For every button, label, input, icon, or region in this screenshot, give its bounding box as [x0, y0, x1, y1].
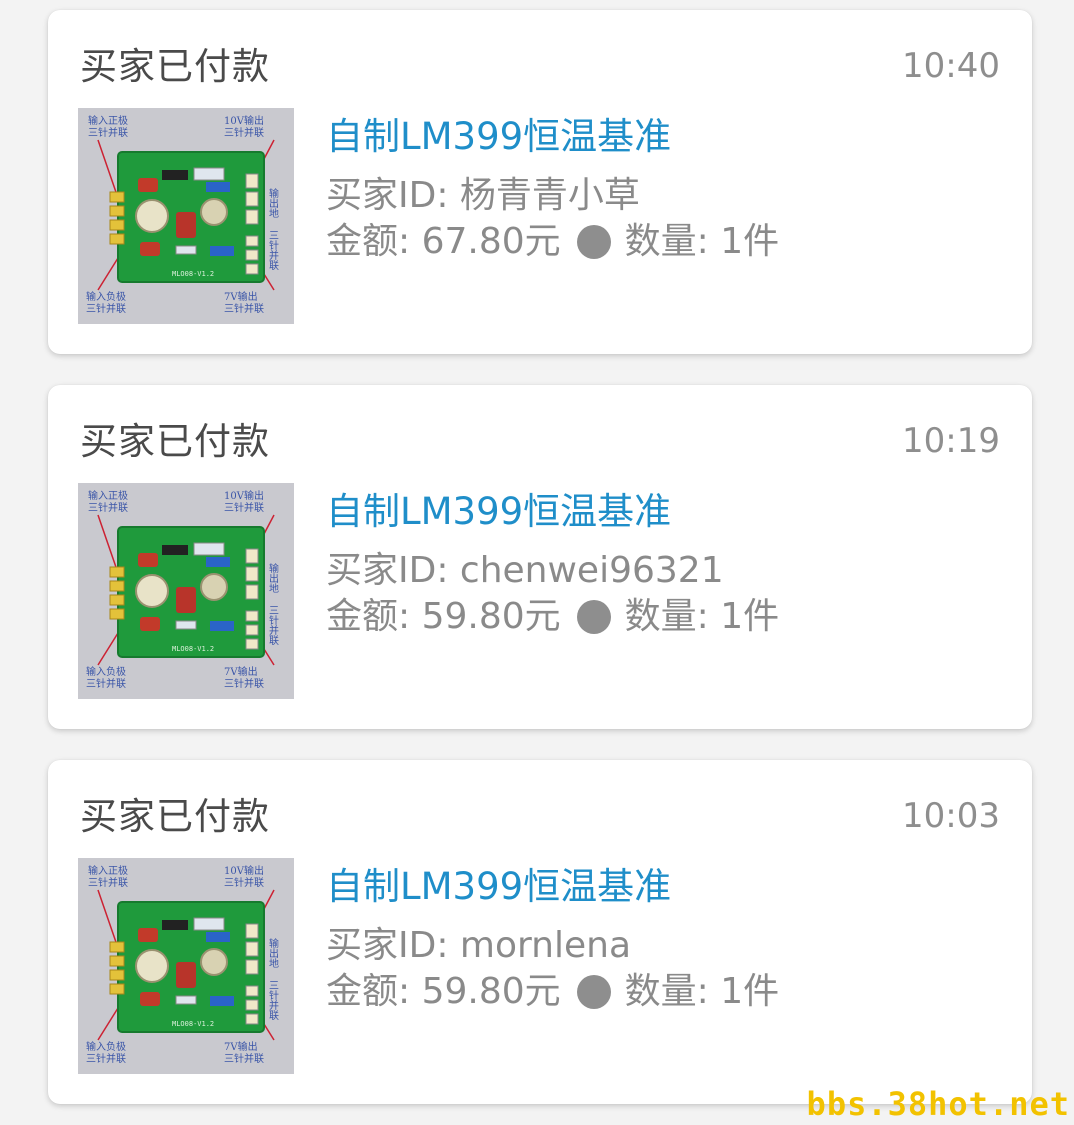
order-quantity: 数量: 1件	[624, 971, 780, 1012]
pcb-label: 输出地	[267, 562, 279, 593]
pcb-label: 三针并联	[86, 677, 126, 690]
order-meta: 金额: 59.80元 数量: 1件	[326, 595, 779, 639]
order-notification-list: 买家已付款 10:40 输入正极 三针并联 10V输出 三针并联 输入负极 三针并联 7V输…	[0, 0, 1074, 1125]
product-thumbnail[interactable]: 输入正极 三针并联 10V输出 三针并联 输入负极 三针并联 7V输出 三针并联 输出地 三针并联…	[78, 858, 294, 1074]
buyer-id: 买家ID: mornlena	[326, 925, 632, 966]
pcb-label: 输入正极	[88, 864, 128, 877]
pcb-label: 输入负极	[86, 290, 126, 303]
buyer-id: 买家ID: 杨青青小草	[326, 175, 640, 216]
order-amount: 金额: 59.80元	[326, 596, 561, 637]
pcb-photo: 输入正极三针并联10V输出三针并联输入负极三针并联7V输出三针并联输出地三针并联…	[78, 483, 294, 699]
separator-dot-icon	[576, 600, 611, 634]
pcb-label: 输出地	[267, 187, 279, 218]
order-status: 买家已付款	[80, 420, 270, 463]
product-title[interactable]: 自制LM399恒温基准	[326, 864, 671, 910]
pcb-label: 10V输出	[224, 114, 264, 127]
pcb-label: 三针并联	[88, 876, 128, 889]
pcb-label: 三针并联	[88, 501, 128, 514]
pcb-board-label: MLO08-V1.2	[172, 270, 214, 278]
order-meta: 金额: 67.80元 数量: 1件	[326, 220, 779, 264]
pcb-label: 三针并联	[224, 302, 264, 315]
order-quantity: 数量: 1件	[624, 596, 780, 637]
order-time: 10:03	[902, 796, 1000, 836]
pcb-label: 输出地	[267, 937, 279, 968]
pcb-label: 三针并联	[267, 980, 279, 1021]
product-title[interactable]: 自制LM399恒温基准	[326, 114, 671, 160]
order-time: 10:40	[902, 46, 1000, 86]
pcb-board-label: MLO08-V1.2	[172, 1020, 214, 1028]
product-thumbnail[interactable]: 输入正极 三针并联 10V输出 三针并联 输入负极 三针并联 7V输出 三针并联 输出地 三针并联…	[78, 108, 294, 324]
order-time: 10:19	[902, 421, 1000, 461]
pcb-label: 输入负极	[86, 665, 126, 678]
pcb-label: 三针并联	[224, 126, 264, 139]
order-status: 买家已付款	[80, 45, 270, 88]
pcb-label: 输入正极	[88, 114, 128, 127]
pcb-label: 三针并联	[224, 677, 264, 690]
order-card[interactable]: 买家已付款 10:40 输入正极 三针并联 10V输出 三针并联 输入负极 三针并联 7V输…	[48, 10, 1032, 354]
order-meta: 金额: 59.80元 数量: 1件	[326, 970, 779, 1014]
order-card[interactable]: 买家已付款 10:19 输入正极 三针并联 10V输出 三针并联 输入负极 三针并联 7V输…	[48, 385, 1032, 729]
pcb-label: 三针并联	[224, 876, 264, 889]
separator-dot-icon	[576, 225, 611, 259]
pcb-label: 输入负极	[86, 1040, 126, 1053]
pcb-label: 三针并联	[267, 230, 279, 271]
pcb-label: 三针并联	[86, 1052, 126, 1065]
order-status: 买家已付款	[80, 795, 270, 838]
product-title[interactable]: 自制LM399恒温基准	[326, 489, 671, 535]
pcb-label: 三针并联	[224, 501, 264, 514]
product-thumbnail[interactable]: 输入正极 三针并联 10V输出 三针并联 输入负极 三针并联 7V输出 三针并联 输出地 三针并联…	[78, 483, 294, 699]
order-quantity: 数量: 1件	[624, 221, 780, 262]
pcb-label: 10V输出	[224, 864, 264, 877]
pcb-label: 三针并联	[88, 126, 128, 139]
watermark: bbs.38hot.net	[806, 1085, 1070, 1123]
pcb-label: 10V输出	[224, 489, 264, 502]
pcb-photo: 输入正极三针并联10V输出三针并联输入负极三针并联7V输出三针并联输出地三针并联…	[78, 108, 294, 324]
order-amount: 金额: 59.80元	[326, 971, 561, 1012]
order-card[interactable]: 买家已付款 10:03 输入正极 三针并联 10V输出 三针并联 输入负极 三针并联 7V输…	[48, 760, 1032, 1104]
separator-dot-icon	[576, 975, 611, 1009]
pcb-label: 三针并联	[267, 605, 279, 646]
pcb-photo: 输入正极三针并联10V输出三针并联输入负极三针并联7V输出三针并联输出地三针并联…	[78, 858, 294, 1074]
pcb-board-label: MLO08-V1.2	[172, 645, 214, 653]
pcb-label: 7V输出	[224, 290, 258, 303]
order-amount: 金额: 67.80元	[326, 221, 561, 262]
pcb-label: 三针并联	[86, 302, 126, 315]
pcb-label: 7V输出	[224, 665, 258, 678]
buyer-id: 买家ID: chenwei96321	[326, 550, 724, 591]
pcb-label: 三针并联	[224, 1052, 264, 1065]
pcb-label: 7V输出	[224, 1040, 258, 1053]
pcb-label: 输入正极	[88, 489, 128, 502]
